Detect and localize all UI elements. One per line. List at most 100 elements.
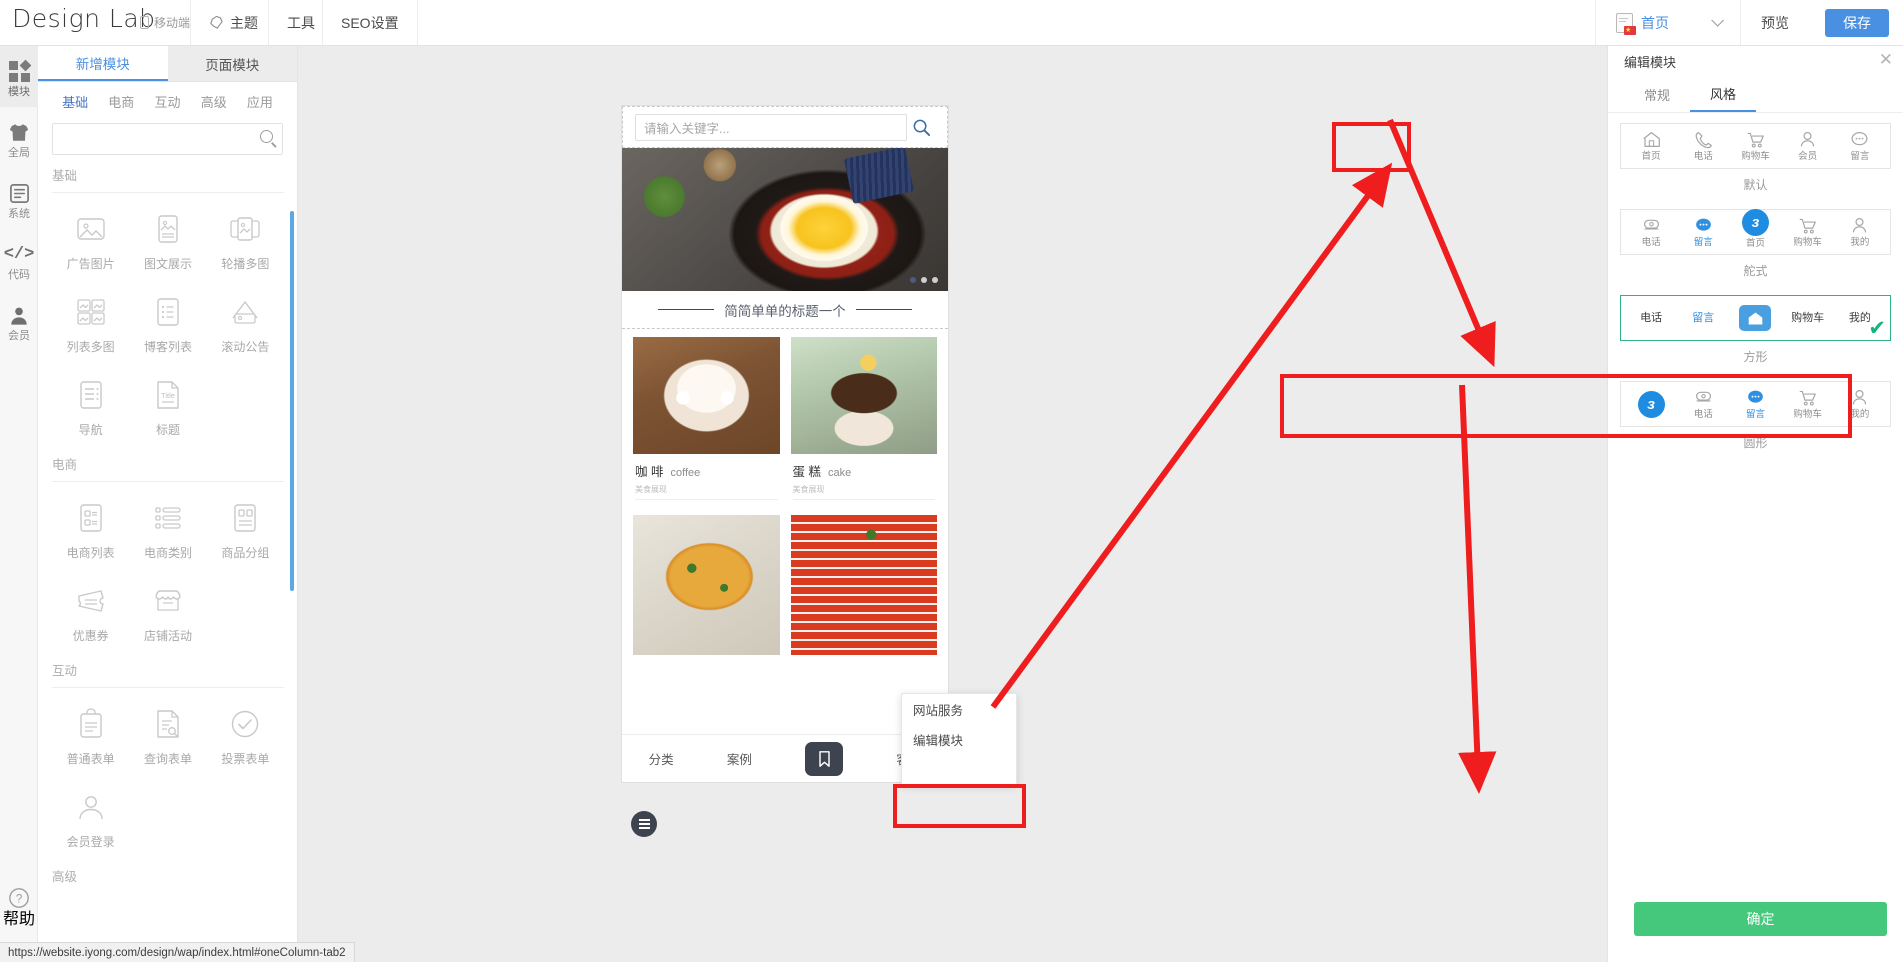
- page-doc-icon: ★: [1616, 12, 1636, 35]
- banner-dots[interactable]: [910, 277, 938, 283]
- style-card[interactable]: з 电话 留言 购物车 我的: [1620, 381, 1891, 427]
- blog-list-icon: [129, 294, 206, 330]
- style-item: з: [1628, 390, 1674, 418]
- module-carousel[interactable]: 轮播多图: [207, 199, 284, 282]
- module-group-title: 互动: [52, 664, 78, 678]
- menu-theme[interactable]: 主题: [190, 0, 276, 45]
- style-item-label: 我的: [1850, 409, 1870, 421]
- title-rule-left: [658, 308, 715, 311]
- preview-button[interactable]: 预览: [1740, 0, 1809, 45]
- module-vote-form[interactable]: 投票表单: [207, 694, 284, 777]
- module-list-scroll[interactable]: 基础 广告图片 图文展示 轮播多图 列表多图 博客列表 滚动公告 导航 Titl…: [38, 159, 298, 962]
- context-menu[interactable]: 网站服务 编辑模块: [901, 693, 1017, 785]
- module-search-input[interactable]: [52, 123, 283, 155]
- top-header: Design Lab 移动端 主题 工具 SEO设置 ★ 首页 预览 保存: [0, 0, 1903, 46]
- svg-text:?: ?: [16, 892, 23, 906]
- divider: [52, 687, 284, 688]
- module-member-login[interactable]: 会员登录: [52, 777, 129, 860]
- rail-item-system[interactable]: 系统: [0, 168, 38, 229]
- style-item: 会员: [1785, 130, 1831, 162]
- module-coupon[interactable]: 优惠券: [52, 571, 129, 654]
- product-card[interactable]: [633, 515, 780, 655]
- category-tab-advanced[interactable]: 高级: [191, 92, 237, 111]
- module-label: 博客列表: [143, 340, 192, 354]
- module-blog-list[interactable]: 博客列表: [129, 282, 206, 365]
- preview-product-grid[interactable]: 咖 啡 coffee 美食展现 蛋 糕 cake 美食展现: [622, 329, 948, 655]
- tabbar-item-category[interactable]: 分类: [649, 749, 674, 768]
- module-shop-list[interactable]: 电商列表: [52, 488, 129, 571]
- preview-tabbar-module[interactable]: 分类 案例 客服: [622, 734, 948, 782]
- design-canvas[interactable]: 请输入关键字... 简简单单的标题一个 咖 啡 coffee 美食展现 蛋 糕 …: [299, 46, 1274, 962]
- style-card[interactable]: 首页 电话 购物车 会员 留言: [1620, 123, 1891, 169]
- category-tab-apps[interactable]: 应用: [237, 92, 283, 111]
- chevron-down-icon: [1711, 14, 1724, 27]
- module-multi-image-list[interactable]: 列表多图: [52, 282, 129, 365]
- chat-dots-icon: [1695, 218, 1711, 231]
- rail-item-code[interactable]: </> 代码: [0, 229, 38, 290]
- page-selector[interactable]: ★ 首页: [1595, 0, 1740, 45]
- module-panel-scrollbar[interactable]: [290, 211, 294, 591]
- coupon-icon: [52, 583, 129, 619]
- menu-seo[interactable]: SEO设置: [322, 0, 418, 45]
- module-scroll-announcement[interactable]: 滚动公告: [207, 282, 284, 365]
- rail-item-member[interactable]: 会员: [0, 290, 38, 351]
- user-outline-icon: [1853, 390, 1867, 405]
- tab-page-modules[interactable]: 页面模块: [167, 46, 297, 81]
- style-option-default[interactable]: 首页 电话 购物车 会员 留言 默认: [1620, 123, 1891, 193]
- module-grid-ecommerce: 电商列表 电商类别 商品分组 优惠券 店铺活动: [52, 488, 284, 654]
- tab-new-modules[interactable]: 新增模块: [38, 46, 168, 81]
- rail-item-modules[interactable]: 模块: [0, 46, 38, 107]
- hamburger-menu-icon[interactable]: [631, 811, 657, 837]
- module-label: 导航: [78, 423, 103, 437]
- tab-general[interactable]: 常规: [1624, 76, 1690, 112]
- module-navigation[interactable]: 导航: [52, 365, 129, 448]
- preview-search-input[interactable]: 请输入关键字...: [635, 113, 907, 141]
- module-title[interactable]: Title 标题: [129, 365, 206, 448]
- module-store-activity[interactable]: 店铺活动: [129, 571, 206, 654]
- style-option-rudder[interactable]: 电话 留言 з 首页 购物车 我的 舵式: [1620, 209, 1891, 279]
- style-item: 留言: [1732, 388, 1778, 420]
- module-label: 广告图片: [66, 257, 115, 271]
- context-menu-item-empty[interactable]: [902, 754, 1016, 784]
- rail-item-help[interactable]: ? 帮助: [0, 885, 38, 928]
- tabbar-item-cases[interactable]: 案例: [727, 749, 752, 768]
- edit-module-panel: 编辑模块 ✕ 常规 风格 首页 电话 购物车 会员 留言 默认 电话 留言 з …: [1607, 46, 1903, 962]
- divider: [52, 481, 284, 482]
- confirm-button[interactable]: 确定: [1634, 902, 1887, 936]
- module-grid-basic: 广告图片 图文展示 轮播多图 列表多图 博客列表 滚动公告 导航 Title 标…: [52, 199, 284, 448]
- search-icon[interactable]: [260, 130, 273, 143]
- device-mode-indicator[interactable]: 移动端: [140, 14, 190, 31]
- style-option-square[interactable]: 电话 留言 购物车 我的 ✔ 方形: [1620, 295, 1891, 365]
- style-card[interactable]: 电话 留言 з 首页 购物车 我的: [1620, 209, 1891, 255]
- module-normal-form[interactable]: 普通表单: [52, 694, 129, 777]
- module-ad-image[interactable]: 广告图片: [52, 199, 129, 282]
- context-menu-item-site-service[interactable]: 网站服务: [902, 694, 1016, 724]
- tabbar-item-bookmark[interactable]: [805, 741, 844, 776]
- category-tab-interactive[interactable]: 互动: [144, 92, 190, 111]
- product-card[interactable]: [790, 515, 937, 655]
- style-card-selected[interactable]: 电话 留言 购物车 我的 ✔: [1620, 295, 1891, 341]
- module-image-text[interactable]: 图文展示: [129, 199, 206, 282]
- product-card[interactable]: 蛋 糕 cake 美食展现: [790, 337, 937, 504]
- category-tab-basic[interactable]: 基础: [52, 92, 98, 111]
- style-item: 首页: [1628, 130, 1674, 162]
- tab-style[interactable]: 风格: [1690, 76, 1756, 112]
- preview-title-module[interactable]: 简简单单的标题一个: [622, 291, 948, 329]
- rail-item-global[interactable]: 全局: [0, 107, 38, 168]
- left-icon-rail: 模块 全局 系统 </> 代码 会员 ? 帮助: [0, 46, 38, 962]
- preview-search-button[interactable]: [907, 118, 935, 137]
- module-product-group[interactable]: 商品分组: [207, 488, 284, 571]
- module-label: 商品分组: [221, 546, 270, 560]
- product-card[interactable]: 咖 啡 coffee 美食展现: [633, 337, 780, 504]
- preview-banner-module[interactable]: [622, 148, 948, 291]
- close-icon[interactable]: ✕: [1879, 50, 1893, 70]
- phone-preview[interactable]: 请输入关键字... 简简单单的标题一个 咖 啡 coffee 美食展现 蛋 糕 …: [622, 106, 948, 837]
- category-tab-ecommerce[interactable]: 电商: [98, 92, 144, 111]
- module-shop-category[interactable]: 电商类别: [129, 488, 206, 571]
- style-option-round[interactable]: з 电话 留言 购物车 我的 圆形: [1620, 381, 1891, 451]
- save-button[interactable]: 保存: [1825, 8, 1889, 37]
- module-query-form[interactable]: 查询表单: [129, 694, 206, 777]
- product-name-cn: 蛋 糕: [792, 465, 821, 479]
- preview-search-module[interactable]: 请输入关键字...: [622, 106, 948, 148]
- context-menu-item-edit-module[interactable]: 编辑模块: [902, 724, 1016, 754]
